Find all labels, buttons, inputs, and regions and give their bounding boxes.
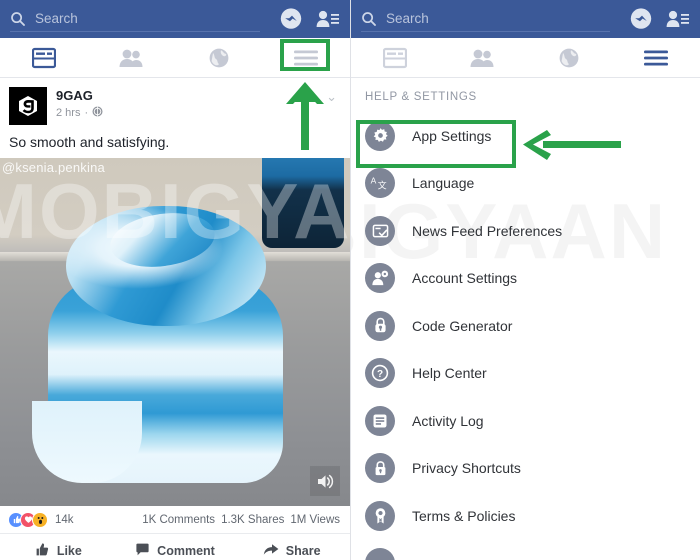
right-tab-menu[interactable] — [613, 38, 700, 77]
search-icon — [361, 11, 377, 27]
activity-log-icon — [365, 405, 395, 436]
glazed-cake — [32, 206, 283, 483]
account-gear-icon — [365, 263, 395, 294]
left-tab-globe[interactable] — [175, 38, 263, 77]
arrow-left-to-app-settings — [523, 130, 621, 160]
left-topbar — [0, 0, 350, 38]
reaction-count: 14k — [55, 513, 74, 526]
right-topbar — [351, 0, 700, 38]
post-time: 2 hrs — [56, 107, 81, 119]
menu-item-news-feed-preferences[interactable]: News Feed Preferences — [351, 207, 700, 255]
reaction-icons[interactable]: 14k — [8, 511, 74, 528]
right-phone-panel: HELP & SETTINGS MOBIGYAAN App Settings A… — [350, 0, 700, 560]
menu-item-help-center[interactable]: ? Help Center — [351, 350, 700, 398]
svg-text:?: ? — [377, 369, 383, 380]
news-feed-prefs-icon — [365, 215, 395, 246]
comment-button[interactable]: Comment — [117, 542, 234, 560]
menu-item-account-settings[interactable]: Account Settings — [351, 255, 700, 303]
sound-on-icon[interactable] — [310, 466, 340, 496]
thumbs-up-icon — [35, 542, 50, 560]
translate-icon: A文 — [365, 168, 395, 199]
messenger-icon[interactable] — [278, 6, 304, 32]
menu-item-label: Privacy Shortcuts — [412, 460, 521, 477]
view-count: 1M Views — [290, 513, 340, 526]
like-button-label: Like — [56, 544, 82, 558]
menu-item-privacy-shortcuts[interactable]: Privacy Shortcuts — [351, 445, 700, 493]
messenger-icon[interactable] — [628, 6, 654, 32]
lock-key-icon — [365, 310, 395, 341]
menu-section-title: HELP & SETTINGS — [365, 91, 477, 103]
media-credit: @ksenia.penkina — [2, 160, 105, 175]
menu-item-label: Activity Log — [412, 412, 484, 429]
avatar[interactable] — [9, 87, 47, 125]
settings-menu-list: MOBIGYAAN App Settings A文 Language News … — [351, 112, 700, 560]
post-media[interactable]: MOBIGYAAN @ksenia.penkina — [0, 158, 350, 506]
question-mark-icon: ? — [365, 358, 395, 389]
partial-circle-icon — [365, 548, 395, 560]
post-engagement: 14k 1K Comments 1.3K Shares 1M Views — [0, 506, 350, 534]
left-tab-news-feed[interactable] — [0, 38, 88, 77]
right-tab-news-feed[interactable] — [351, 38, 438, 77]
share-arrow-icon — [263, 542, 279, 560]
menu-item-label: Account Settings — [412, 270, 518, 287]
ribbon-badge-icon — [365, 500, 395, 531]
menu-item-label: Language — [412, 175, 475, 192]
right-tab-globe[interactable] — [526, 38, 613, 77]
menu-item-activity-log[interactable]: Activity Log — [351, 397, 700, 445]
right-search-bar[interactable] — [361, 7, 610, 32]
menu-item-label: App Settings — [412, 127, 492, 144]
share-count[interactable]: 1.3K Shares — [221, 514, 284, 526]
left-nav-tabs — [0, 38, 350, 78]
menu-item-partial-next[interactable] — [351, 540, 700, 560]
menu-item-language[interactable]: A文 Language — [351, 160, 700, 208]
gear-icon — [365, 120, 395, 151]
chevron-down-icon[interactable]: ⌄ — [326, 87, 341, 105]
left-tab-friends[interactable] — [88, 38, 176, 77]
menu-item-terms-policies[interactable]: Terms & Policies — [351, 492, 700, 540]
padlock-icon — [365, 453, 395, 484]
left-search-bar[interactable] — [10, 7, 260, 32]
share-button-label: Share — [285, 544, 321, 558]
comment-count[interactable]: 1K Comments — [142, 514, 215, 526]
left-tab-menu[interactable] — [263, 38, 351, 77]
friend-requests-icon[interactable] — [314, 6, 340, 32]
right-nav-tabs — [351, 38, 700, 78]
svg-text:文: 文 — [378, 180, 387, 192]
menu-item-label: Terms & Policies — [412, 507, 516, 524]
engagement-stats: 1K Comments 1.3K Shares 1M Views — [142, 514, 340, 526]
left-search-input[interactable] — [35, 11, 260, 26]
comment-bubble-icon — [135, 542, 150, 560]
menu-item-label: Code Generator — [412, 317, 513, 334]
menu-item-label: Help Center — [412, 365, 487, 382]
post-actions: Like Comment Share — [0, 534, 350, 560]
like-button[interactable]: Like — [0, 542, 117, 560]
menu-item-code-generator[interactable]: Code Generator — [351, 302, 700, 350]
menu-item-label: News Feed Preferences — [412, 222, 563, 239]
globe-icon — [92, 106, 103, 120]
reaction-wow-icon — [32, 511, 48, 528]
arrow-up-to-menu-tab — [286, 82, 324, 150]
right-search-input[interactable] — [386, 11, 610, 26]
search-icon — [10, 11, 26, 27]
screenshot-root: 9GAG 2 hrs · ⌄ So smooth and satisfying. — [0, 0, 700, 560]
dot-separator: · — [84, 107, 89, 119]
friend-requests-icon[interactable] — [664, 6, 690, 32]
comment-button-label: Comment — [157, 544, 215, 558]
share-button[interactable]: Share — [233, 542, 350, 560]
right-tab-friends[interactable] — [438, 38, 525, 77]
svg-text:A: A — [371, 176, 377, 186]
left-phone-panel: 9GAG 2 hrs · ⌄ So smooth and satisfying. — [0, 0, 350, 560]
